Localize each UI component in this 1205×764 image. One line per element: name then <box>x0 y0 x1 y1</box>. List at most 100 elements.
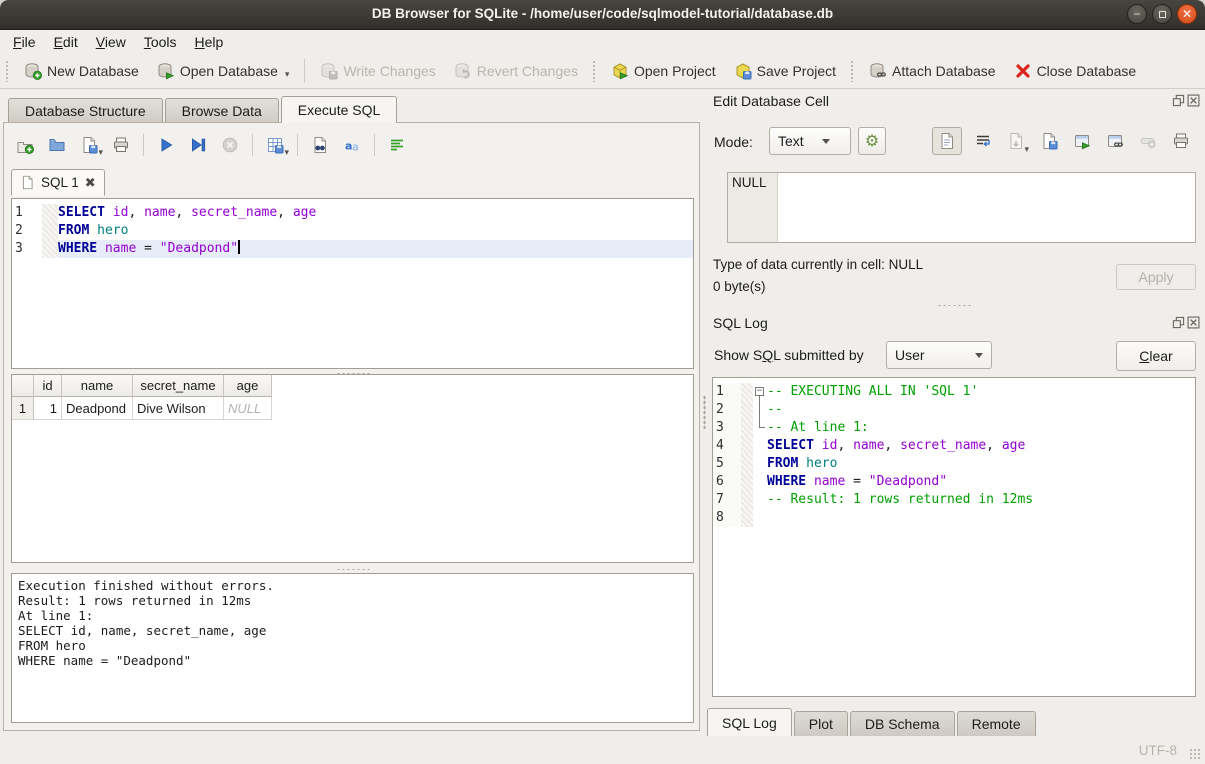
open-database-button[interactable]: Open Database▾ <box>148 58 299 84</box>
line-number: 1 <box>713 383 741 401</box>
save-sql-file-icon[interactable]: ▾ <box>76 132 102 158</box>
tab-execute-sql[interactable]: Execute SQL <box>281 96 398 123</box>
right-pane: Edit Database Cell Mode: Text ⚙ ▾ NULL T… <box>707 89 1205 736</box>
titlebar[interactable]: DB Browser for SQLite - /home/user/code/… <box>0 0 1205 30</box>
write-changes-button: Write Changes <box>311 58 444 84</box>
resize-grip-icon[interactable] <box>1189 748 1202 761</box>
import-data-icon: ▾ <box>1004 127 1028 155</box>
copy-link-icon[interactable] <box>1103 127 1127 155</box>
maximize-icon <box>1153 5 1171 23</box>
sql-log-filter-select[interactable]: User <box>886 341 992 369</box>
tab-plot[interactable]: Plot <box>794 711 848 736</box>
mode-select[interactable]: Text <box>769 127 851 155</box>
dropdown-arrow-icon[interactable]: ▾ <box>284 147 289 158</box>
minimize-button[interactable]: − <box>1127 4 1147 24</box>
menu-edit[interactable]: Edit <box>45 32 87 52</box>
print-cell-icon[interactable] <box>1169 127 1193 155</box>
export-results-icon[interactable]: ▾ <box>262 132 288 158</box>
toolbar-separator <box>297 134 298 156</box>
toolbar-button-label: Revert Changes <box>477 63 578 79</box>
window-title: DB Browser for SQLite - /home/user/code/… <box>0 6 1205 21</box>
format-sql-icon[interactable]: aa <box>339 132 365 158</box>
close-database-button[interactable]: Close Database <box>1005 58 1146 84</box>
editor-line: 1SELECT id, name, secret_name, age <box>12 204 693 222</box>
cell-age[interactable]: NULL <box>224 397 272 420</box>
word-wrap-icon[interactable] <box>384 132 410 158</box>
dropdown-arrow-icon[interactable]: ▾ <box>285 69 290 80</box>
close-button[interactable]: ✕ <box>1177 4 1197 24</box>
edit-cell-dock-title: Edit Database Cell <box>713 93 829 109</box>
word-wrap-cell-icon[interactable] <box>971 127 995 155</box>
menu-tools[interactable]: Tools <box>135 32 186 52</box>
fold-collapse-icon[interactable]: − <box>755 387 764 396</box>
dropdown-arrow-icon[interactable]: ▾ <box>1024 144 1029 155</box>
fold-margin <box>42 222 58 240</box>
close-icon: ✕ <box>1178 5 1196 23</box>
database-open-icon <box>157 62 175 80</box>
log-line: 6WHERE name = "Deadpond" <box>713 473 1195 491</box>
main-tab-bar: Database StructureBrowse DataExecute SQL <box>8 96 399 123</box>
toolbar-separator <box>374 134 375 156</box>
text-mode-icon[interactable] <box>932 127 962 155</box>
toolbar-button-label: Write Changes <box>343 63 435 79</box>
open-project-button[interactable]: Open Project <box>602 58 725 84</box>
attach-database-button[interactable]: Attach Database <box>860 58 1005 84</box>
print-icon[interactable] <box>108 132 134 158</box>
menu-file[interactable]: File <box>4 32 45 52</box>
toolbar-separator <box>304 59 305 83</box>
log-line: 5FROM hero <box>713 455 1195 473</box>
execute-all-icon[interactable] <box>153 132 179 158</box>
float-dock-icon[interactable] <box>1172 94 1185 107</box>
column-header-secret_name: secret_name <box>133 375 224 397</box>
toolbar-button-label: Close Database <box>1037 63 1137 79</box>
dropdown-arrow-icon[interactable]: ▾ <box>98 147 103 158</box>
clear-button[interactable]: Clear <box>1116 341 1196 371</box>
toolbar-handle[interactable] <box>850 60 855 82</box>
toolbar-handle[interactable] <box>5 60 10 82</box>
code-text: -- <box>767 401 1195 419</box>
tab-browse-data[interactable]: Browse Data <box>165 98 279 123</box>
open-external-icon[interactable] <box>1070 127 1094 155</box>
sql-editor[interactable]: 1SELECT id, name, secret_name, age2FROM … <box>11 198 694 369</box>
maximize-button[interactable] <box>1152 4 1172 24</box>
toolbar-handle[interactable] <box>592 60 597 82</box>
sql-toolbar: ▾ ▾ aa <box>12 132 410 158</box>
results-message-splitter[interactable] <box>11 566 694 572</box>
tab-sql-log[interactable]: SQL Log <box>707 708 792 736</box>
menu-view[interactable]: View <box>87 32 135 52</box>
import-settings-button[interactable]: ⚙ <box>858 127 886 155</box>
log-line: 3-- At line 1: <box>713 419 1195 437</box>
cell-editor[interactable]: NULL <box>727 172 1196 243</box>
code-text: SELECT id, name, secret_name, age <box>58 204 693 222</box>
cell-id[interactable]: 1 <box>34 397 62 420</box>
mode-label: Mode: <box>714 134 753 150</box>
code-text: WHERE name = "Deadpond" <box>58 240 693 258</box>
execute-current-line-icon[interactable] <box>185 132 211 158</box>
cell-name[interactable]: Deadpond <box>62 397 133 420</box>
close-dock-icon[interactable] <box>1187 316 1200 329</box>
menubar: FileEditViewToolsHelp <box>0 30 1205 54</box>
menu-help[interactable]: Help <box>186 32 233 52</box>
new-database-button[interactable]: New Database <box>15 58 148 84</box>
column-header-age: age <box>224 375 272 397</box>
new-sql-tab-icon[interactable] <box>12 132 38 158</box>
tab-remote[interactable]: Remote <box>957 711 1036 736</box>
tab-database-structure[interactable]: Database Structure <box>8 98 163 123</box>
code-text: FROM hero <box>767 455 1195 473</box>
float-dock-icon[interactable] <box>1172 316 1185 329</box>
set-null-icon <box>1136 127 1160 155</box>
tab-db-schema[interactable]: DB Schema <box>850 711 955 736</box>
sql-editor-tab[interactable]: SQL 1 ✖ <box>11 169 105 196</box>
document-icon <box>20 175 35 190</box>
close-dock-icon[interactable] <box>1187 94 1200 107</box>
find-icon[interactable] <box>307 132 333 158</box>
cell-size-info: 0 byte(s) <box>713 279 766 294</box>
cell-secret_name[interactable]: Dive Wilson <box>133 397 224 420</box>
chevron-down-icon <box>822 139 830 144</box>
dock-splitter[interactable] <box>712 302 1196 308</box>
save-data-icon[interactable] <box>1037 127 1061 155</box>
line-number: 3 <box>12 240 42 258</box>
open-sql-file-icon[interactable] <box>44 132 70 158</box>
close-tab-icon[interactable]: ✖ <box>85 175 96 191</box>
save-project-button[interactable]: Save Project <box>725 58 845 84</box>
